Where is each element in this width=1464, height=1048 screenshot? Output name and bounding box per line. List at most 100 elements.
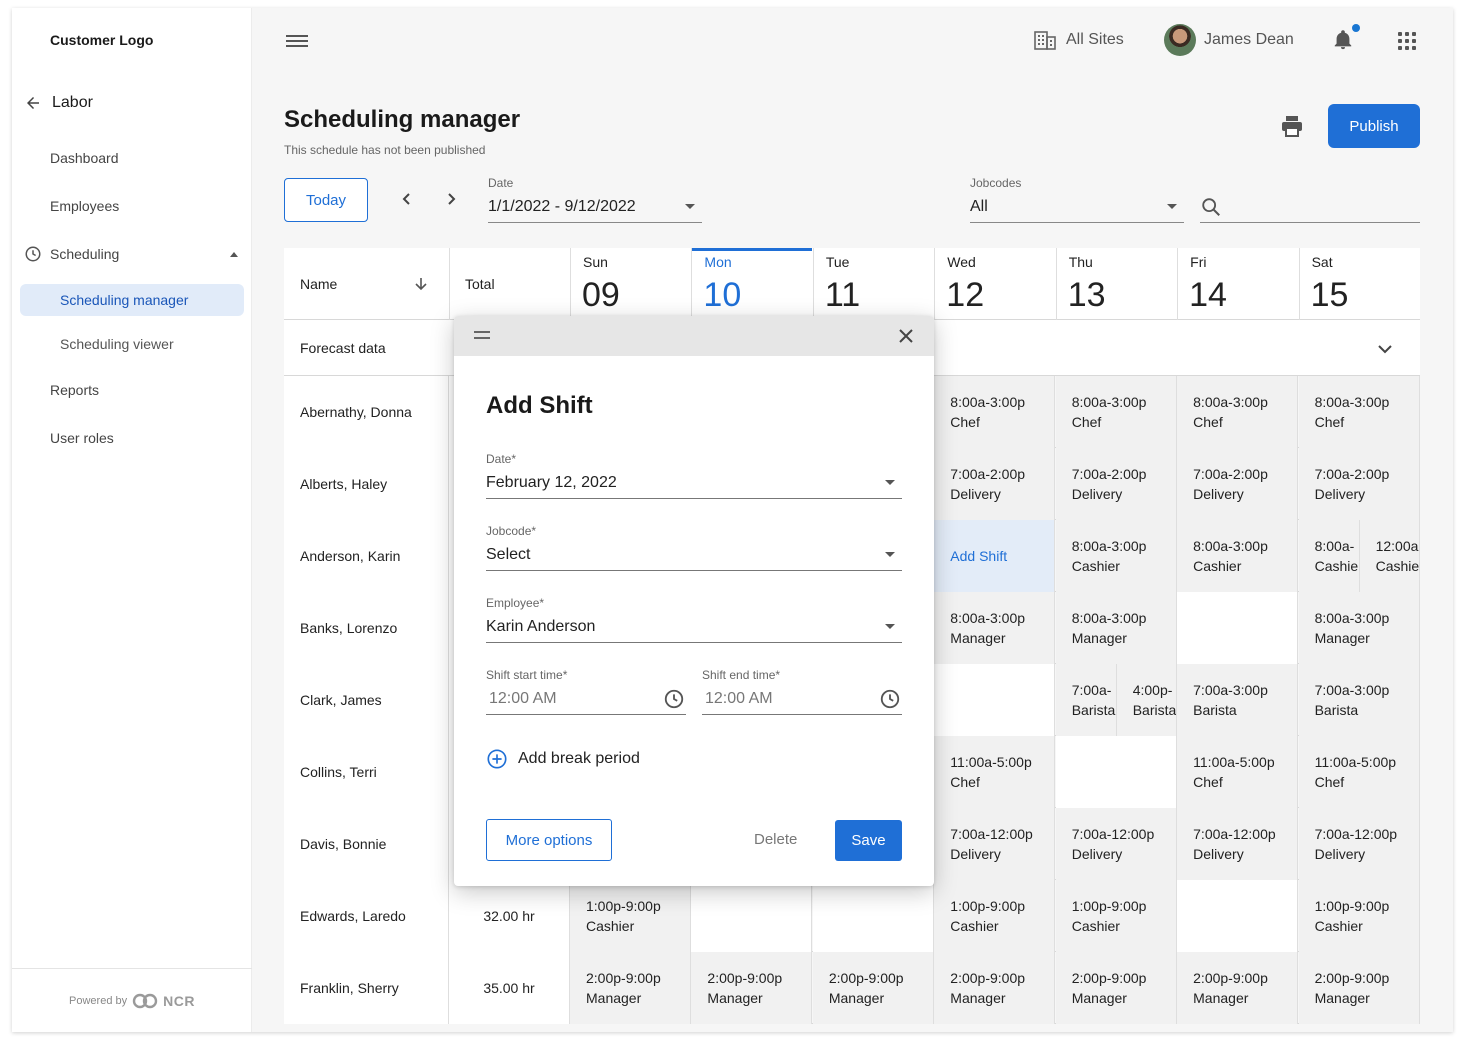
empty-shift-cell[interactable]: [691, 880, 813, 952]
employee-name[interactable]: Collins, Terri: [284, 736, 449, 808]
shift-cell[interactable]: 2:00p-9:00p Manager: [934, 952, 1056, 1024]
save-button[interactable]: Save: [835, 820, 902, 861]
shift-date-dropdown-icon[interactable]: [885, 480, 895, 485]
shift-cell[interactable]: 7:00a-3:00p Barista: [1298, 664, 1420, 736]
shift-cell[interactable]: 8:00a-3:00p Manager: [1298, 592, 1420, 664]
day-header-sun[interactable]: Sun 09: [570, 248, 691, 320]
sidebar-item-scheduling[interactable]: Scheduling: [24, 245, 244, 263]
empty-shift-cell[interactable]: [1177, 592, 1299, 664]
shift-cell[interactable]: 11:00a-5:00p Chef: [934, 736, 1056, 808]
employee-name[interactable]: Franklin, Sherry: [284, 952, 449, 1024]
notification-bell-icon[interactable]: [1332, 28, 1354, 57]
shift-cell[interactable]: 1:00p-9:00p Cashier: [1055, 880, 1177, 952]
jobcodes-filter-select[interactable]: All: [970, 198, 988, 216]
caret-up-icon[interactable]: [230, 251, 238, 257]
shift-cell[interactable]: 1:00p-9:00p Cashier: [570, 880, 691, 952]
publish-button[interactable]: Publish: [1328, 104, 1420, 148]
shift-cell[interactable]: 8:00a-3:00p Manager: [934, 592, 1056, 664]
shift-date-select[interactable]: February 12, 2022: [486, 474, 617, 492]
shift-cell[interactable]: 1:00p-9:00p Cashier: [934, 880, 1056, 952]
shift-cell[interactable]: 2:00p-9:00p Manager: [1298, 952, 1420, 1024]
sidebar-item-user-roles[interactable]: User roles: [50, 430, 114, 446]
clock-icon[interactable]: [879, 688, 901, 710]
shift-cell[interactable]: 7:00a-2:00p Delivery: [934, 448, 1056, 520]
user-menu[interactable]: James Dean: [1164, 24, 1294, 56]
jobcode-dropdown-icon[interactable]: [885, 552, 895, 557]
apps-grid-icon[interactable]: [1398, 32, 1416, 50]
shift-cell[interactable]: 8:00a-3:00p Chef: [1055, 376, 1177, 448]
sidebar-item-employees[interactable]: Employees: [50, 198, 119, 214]
employee-name[interactable]: Davis, Bonnie: [284, 808, 449, 880]
shift-cell[interactable]: 8:00a-3:00p Manager: [1055, 592, 1177, 664]
employee-name[interactable]: Anderson, Karin: [284, 520, 449, 592]
day-header-sat[interactable]: Sat 15: [1299, 248, 1420, 320]
shift-cell[interactable]: 2:00p-9:00p Manager: [812, 952, 934, 1024]
shift-cell[interactable]: 2:00p-9:00p Manager: [691, 952, 813, 1024]
shift-cell[interactable]: 7:00a-2:00p Delivery: [1298, 448, 1420, 520]
shift-cell[interactable]: 7:00a-12:00p Delivery: [934, 808, 1056, 880]
delete-button[interactable]: Delete: [754, 831, 797, 848]
shift-block[interactable]: 8:00a- Cashier: [1299, 520, 1359, 592]
employee-name[interactable]: Banks, Lorenzo: [284, 592, 449, 664]
shift-cell[interactable]: 7:00a-12:00p Delivery: [1177, 808, 1299, 880]
print-icon[interactable]: [1280, 115, 1304, 142]
shift-cell[interactable]: 8:00a-3:00p Chef: [1298, 376, 1420, 448]
split-shift-cell[interactable]: 7:00a- Barista 4:00p- Barista: [1055, 664, 1177, 736]
chevron-right-icon[interactable]: [444, 192, 458, 206]
add-shift-cell[interactable]: Add Shift: [934, 520, 1056, 592]
shift-block[interactable]: 7:00a- Barista: [1056, 664, 1116, 736]
shift-cell[interactable]: 7:00a-12:00p Delivery: [1055, 808, 1177, 880]
shift-cell[interactable]: 8:00a-3:00p Cashier: [1055, 520, 1177, 592]
more-options-button[interactable]: More options: [486, 819, 612, 861]
shift-cell[interactable]: 8:00a-3:00p Chef: [934, 376, 1056, 448]
jobcode-select[interactable]: Select: [486, 546, 530, 564]
shift-cell[interactable]: 7:00a-3:00p Barista: [1177, 664, 1299, 736]
name-column-header[interactable]: Name: [300, 276, 337, 292]
shift-cell[interactable]: 11:00a-5:00p Chef: [1177, 736, 1299, 808]
site-selector[interactable]: All Sites: [1034, 30, 1124, 50]
employee-name[interactable]: Alberts, Haley: [284, 448, 449, 520]
shift-cell[interactable]: 11:00a-5:00p Chef: [1298, 736, 1420, 808]
shift-cell[interactable]: 7:00a-2:00p Delivery: [1177, 448, 1299, 520]
sort-arrow-down-icon[interactable]: [414, 277, 428, 291]
empty-shift-cell[interactable]: [1055, 736, 1177, 808]
employee-name[interactable]: Abernathy, Donna: [284, 376, 449, 448]
dialog-title-bar[interactable]: [454, 316, 934, 356]
empty-shift-cell[interactable]: [934, 664, 1056, 736]
shift-end-input[interactable]: 12:00 AM: [705, 690, 773, 708]
sidebar-item-scheduling-viewer[interactable]: Scheduling viewer: [60, 336, 174, 352]
chevron-left-icon[interactable]: [400, 192, 414, 206]
sidebar-item-reports[interactable]: Reports: [50, 382, 99, 398]
add-break-button[interactable]: Add break period: [486, 748, 640, 770]
hamburger-menu-icon[interactable]: [286, 32, 308, 50]
employee-name[interactable]: Edwards, Laredo: [284, 880, 449, 952]
day-header-fri[interactable]: Fri 14: [1177, 248, 1298, 320]
date-filter-input[interactable]: 1/1/2022 - 9/12/2022: [488, 198, 636, 216]
drag-handle-icon[interactable]: [474, 331, 490, 343]
shift-cell[interactable]: 7:00a-2:00p Delivery: [1055, 448, 1177, 520]
employee-name[interactable]: Clark, James: [284, 664, 449, 736]
day-header-thu[interactable]: Thu 13: [1056, 248, 1177, 320]
shift-cell[interactable]: 2:00p-9:00p Manager: [570, 952, 691, 1024]
split-shift-cell[interactable]: 8:00a- Cashier 12:00a Cashier: [1298, 520, 1420, 592]
shift-block[interactable]: 4:00p- Barista: [1115, 664, 1176, 736]
shift-cell[interactable]: 7:00a-12:00p Delivery: [1298, 808, 1420, 880]
sidebar-item-dashboard[interactable]: Dashboard: [50, 150, 119, 166]
shift-cell[interactable]: 8:00a-3:00p Cashier: [1177, 520, 1299, 592]
shift-cell[interactable]: 1:00p-9:00p Cashier: [1298, 880, 1420, 952]
chevron-down-icon[interactable]: [1376, 340, 1394, 358]
jobcodes-dropdown-icon[interactable]: [1167, 204, 1177, 209]
search-input[interactable]: [1200, 222, 1420, 223]
clock-icon[interactable]: [663, 688, 685, 710]
day-header-tue[interactable]: Tue 11: [813, 248, 934, 320]
empty-shift-cell[interactable]: [1177, 880, 1299, 952]
shift-block[interactable]: 12:00a Cashier: [1358, 520, 1419, 592]
shift-cell[interactable]: 2:00p-9:00p Manager: [1055, 952, 1177, 1024]
shift-cell[interactable]: 8:00a-3:00p Chef: [1177, 376, 1299, 448]
empty-shift-cell[interactable]: [812, 880, 934, 952]
shift-start-input[interactable]: 12:00 AM: [489, 690, 557, 708]
back-to-labor[interactable]: Labor: [24, 94, 93, 112]
sidebar-item-scheduling-manager[interactable]: Scheduling manager: [20, 284, 244, 316]
employee-select[interactable]: Karin Anderson: [486, 618, 595, 636]
shift-cell[interactable]: 2:00p-9:00p Manager: [1177, 952, 1299, 1024]
